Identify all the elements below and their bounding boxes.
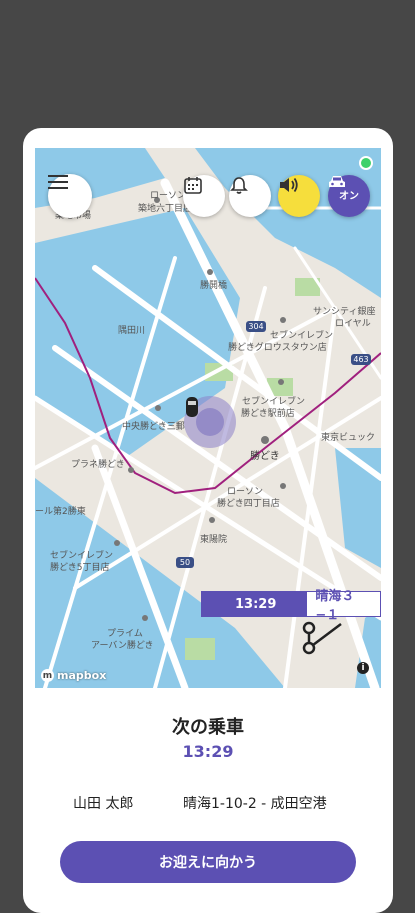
rider-name: 山田 太郎	[73, 796, 134, 812]
status-dot	[359, 156, 373, 170]
info-icon[interactable]: i	[357, 662, 369, 674]
online-toggle-label: オン	[339, 190, 359, 202]
road-shield: 50	[179, 558, 191, 567]
map-label: ロイヤル	[335, 319, 371, 329]
ride-card: ローソン 築地六丁目店 築地市場 勝鬨橋 隅田川 サンシティ銀座 ロイヤル セブ…	[23, 128, 393, 913]
bell-icon	[230, 177, 248, 194]
vehicle-marker	[184, 396, 236, 448]
online-toggle-button[interactable]: オン	[328, 175, 370, 217]
next-ride-time: 13:29	[182, 742, 234, 761]
map-label: 中央勝どき三郵	[122, 422, 185, 432]
next-ride-title: 次の乗車	[172, 717, 244, 738]
ride-route: 晴海1-10-2 - 成田空港	[183, 796, 327, 812]
map-label: 勝どき	[250, 451, 280, 462]
menu-button[interactable]	[48, 174, 92, 218]
car-top-icon	[186, 397, 198, 417]
map-label: アーバン勝どき	[91, 641, 154, 651]
map-label: 隅田川	[118, 326, 146, 336]
mapbox-label: mapbox	[57, 669, 107, 682]
map-label: 東陽院	[200, 535, 228, 545]
map-label: 勝鬨橋	[200, 281, 228, 291]
route-destination-icon	[302, 621, 342, 655]
eta-destination: 晴海３−１	[306, 589, 381, 623]
map-label: プラネ勝どき	[71, 460, 125, 470]
car-icon	[329, 176, 345, 187]
hamburger-icon	[48, 175, 68, 189]
pickup-button[interactable]: お迎えに向かう	[60, 841, 356, 883]
map-label: ローソン	[150, 191, 187, 201]
eta-tag[interactable]: 13:29 晴海３−１	[201, 589, 381, 623]
road-shield: 463	[353, 355, 369, 364]
calendar-icon	[184, 177, 202, 194]
map-label: 勝どき5丁目店	[50, 563, 110, 573]
map-label: ール第2勝東	[35, 507, 86, 517]
map-label: 勝どき駅前店	[241, 409, 295, 419]
map-label: 勝どき四丁目店	[217, 499, 280, 509]
road-shield: 304	[248, 322, 264, 331]
mapbox-attribution[interactable]: m mapbox	[41, 669, 106, 682]
speaker-icon	[280, 177, 298, 193]
map-label: 勝どきグロウスタウン店	[228, 343, 327, 353]
map-label: 東京ビュック	[321, 433, 376, 443]
sound-button[interactable]	[278, 175, 320, 217]
mapbox-logo-icon: m	[41, 669, 54, 682]
notification-button[interactable]	[229, 175, 271, 217]
schedule-button[interactable]	[183, 175, 225, 217]
eta-time: 13:29	[201, 591, 307, 617]
map-view[interactable]: ローソン 築地六丁目店 築地市場 勝鬨橋 隅田川 サンシティ銀座 ロイヤル セブ…	[35, 148, 381, 688]
